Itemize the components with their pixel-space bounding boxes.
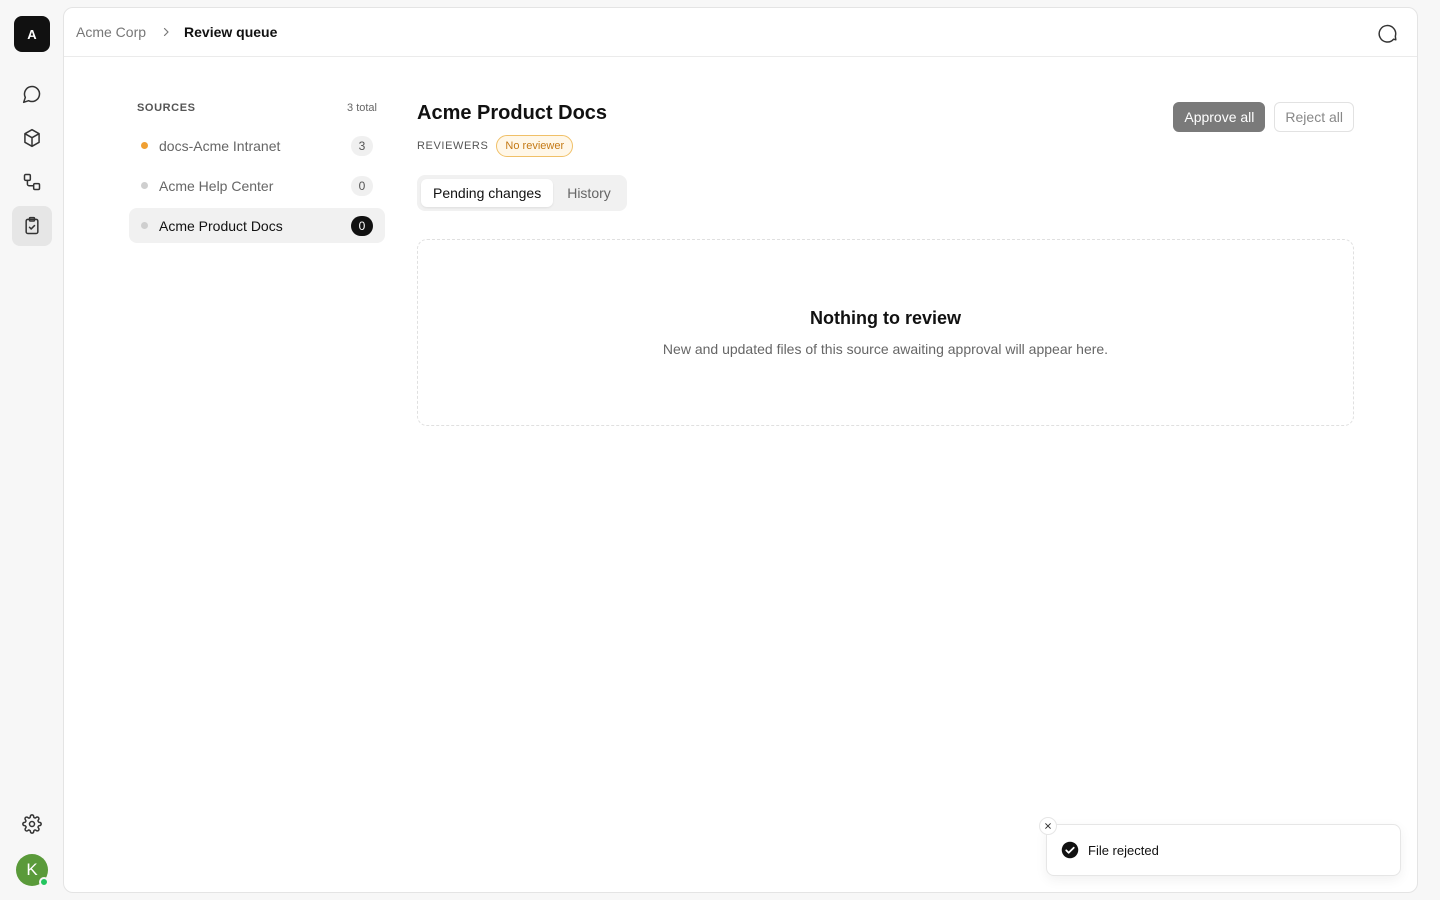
toast-close-button[interactable]	[1039, 817, 1057, 835]
status-dot	[141, 182, 148, 189]
empty-state-title: Nothing to review	[809, 308, 961, 328]
toast-notification: File rejected	[1039, 817, 1401, 876]
rail-bottom: K	[0, 804, 64, 887]
cube-icon	[24, 128, 40, 148]
page-header: Acme Corp Review queue	[64, 8, 1417, 57]
source-item[interactable]: docs-Acme Intranet 3	[129, 128, 385, 163]
page-title: Acme Product Docs	[417, 102, 608, 124]
source-detail: Acme Product Docs REVIEWERS No reviewer …	[417, 102, 1354, 426]
tab-pending-changes[interactable]: Pending changes	[421, 179, 554, 207]
main-panel: Acme Corp Review queue SOURCES 3 total d…	[63, 7, 1418, 893]
settings-button[interactable]	[12, 804, 52, 844]
app-rail: A K	[0, 0, 64, 900]
status-dot	[141, 222, 148, 229]
title-row: Acme Product Docs REVIEWERS No reviewer …	[417, 102, 1354, 157]
breadcrumb-workspace[interactable]: Acme Corp	[76, 24, 146, 40]
empty-state: Nothing to review New and updated files …	[417, 239, 1354, 426]
workspace-logo[interactable]: A	[14, 16, 50, 52]
rail-nav	[12, 74, 52, 246]
chat-toggle-button[interactable]	[1377, 21, 1399, 43]
user-avatar[interactable]: K	[16, 854, 49, 887]
source-label: Acme Product Docs	[159, 217, 283, 234]
tab-history[interactable]: History	[555, 179, 623, 207]
online-status-indicator	[39, 877, 49, 887]
approve-all-button[interactable]: Approve all	[1173, 102, 1266, 132]
status-dot	[141, 142, 148, 149]
close-icon	[1045, 823, 1051, 829]
rail-review-queue-button[interactable]	[12, 206, 52, 246]
reviewers-row: REVIEWERS No reviewer	[417, 135, 607, 157]
sources-header: SOURCES 3 total	[129, 102, 385, 114]
source-count: 3	[351, 135, 373, 156]
reviewers-label: REVIEWERS	[417, 140, 489, 152]
source-item[interactable]: Acme Product Docs 0	[129, 208, 385, 243]
source-list: docs-Acme Intranet 3 Acme Help Center 0 …	[129, 128, 385, 243]
reject-all-button[interactable]: Reject all	[1274, 102, 1354, 132]
sources-panel: SOURCES 3 total docs-Acme Intranet 3 Acm…	[129, 102, 385, 243]
gear-icon	[22, 814, 42, 834]
source-count: 0	[351, 215, 373, 236]
clipboard-check-icon	[25, 216, 39, 235]
user-initial: K	[26, 860, 38, 879]
chat-icon	[22, 85, 41, 104]
sources-title: SOURCES	[137, 102, 196, 114]
rail-workflows-button[interactable]	[12, 162, 52, 202]
sources-total: 3 total	[347, 102, 377, 114]
source-label: Acme Help Center	[159, 177, 274, 194]
check-circle-icon	[1061, 841, 1079, 859]
chat-bubble-icon	[1378, 24, 1397, 43]
bulk-actions: Approve all Reject all	[1173, 102, 1354, 132]
title-block: Acme Product Docs REVIEWERS No reviewer	[417, 102, 607, 157]
source-count: 0	[351, 175, 373, 196]
toast-message: File rejected	[1088, 842, 1159, 858]
chevron-right-icon	[160, 26, 172, 38]
reviewer-badge[interactable]: No reviewer	[496, 135, 574, 157]
workflow-icon	[23, 173, 41, 191]
rail-knowledge-button[interactable]	[12, 118, 52, 158]
breadcrumb-current: Review queue	[184, 24, 278, 40]
rail-chat-button[interactable]	[12, 74, 52, 114]
empty-state-description: New and updated files of this source awa…	[662, 341, 1109, 357]
source-item[interactable]: Acme Help Center 0	[129, 168, 385, 203]
source-label: docs-Acme Intranet	[159, 137, 281, 154]
tab-bar: Pending changes History	[417, 175, 627, 211]
